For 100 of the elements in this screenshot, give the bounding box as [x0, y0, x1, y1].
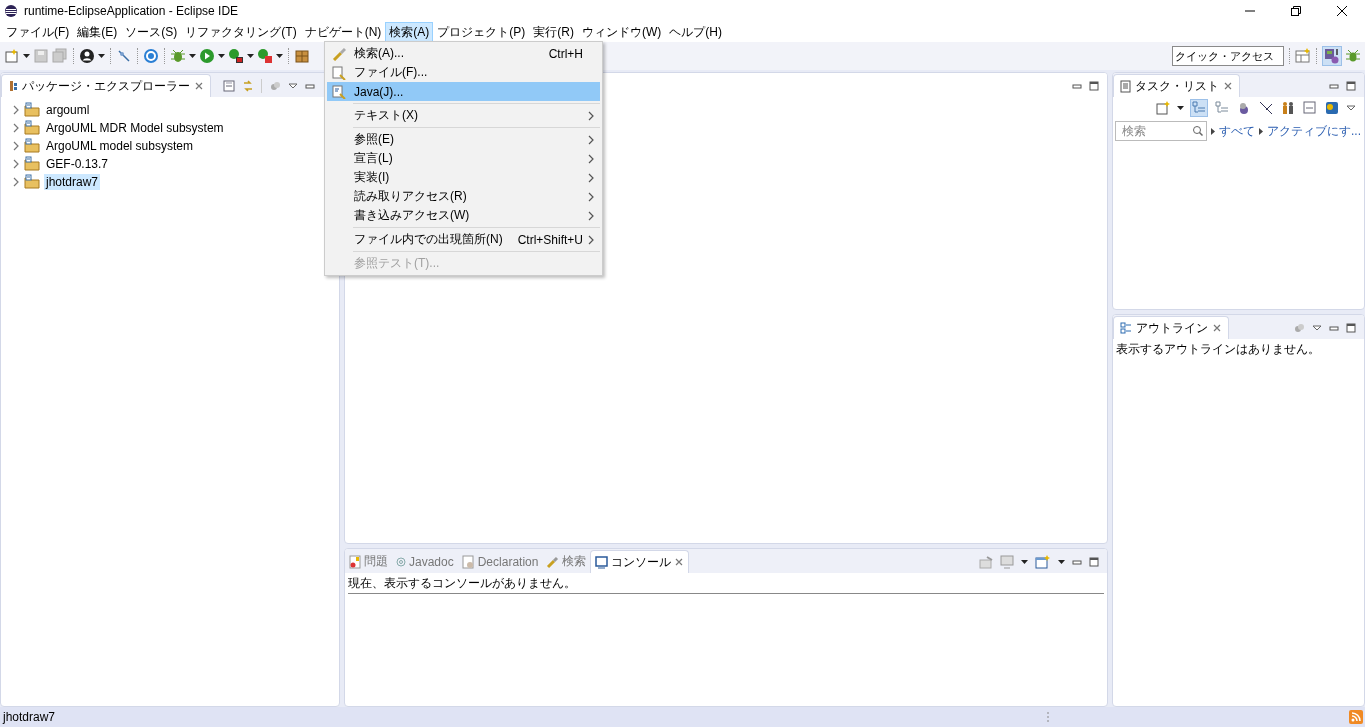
package-explorer-icon: [8, 80, 18, 92]
console-message: 現在、表示するコンソールがありません。: [348, 575, 1104, 594]
project-folder-icon: [24, 174, 40, 190]
collapse-all-icon[interactable]: [223, 80, 235, 92]
tree-item[interactable]: argouml: [44, 102, 92, 118]
outline-icon: [1120, 322, 1132, 334]
outline-message: 表示するアウトラインはありません。: [1116, 342, 1320, 356]
window-title: runtime-EclipseApplication - Eclipse IDE: [24, 4, 240, 18]
minimize-icon[interactable]: [305, 81, 315, 91]
maximize-icon[interactable]: [1346, 323, 1356, 333]
menu-item[interactable]: テキスト(X): [327, 106, 600, 125]
close-icon[interactable]: [674, 557, 685, 567]
expand-arrow-icon[interactable]: [1259, 127, 1263, 135]
rss-feed-icon[interactable]: [1349, 710, 1363, 724]
debug-perspective-icon[interactable]: [1345, 48, 1361, 64]
view-tab[interactable]: Javadoc: [392, 550, 458, 573]
menu-item[interactable]: 書き込みアクセス(W): [327, 206, 600, 225]
filter-link[interactable]: すべて: [1219, 122, 1255, 140]
menu-bar-item[interactable]: ソース(S): [121, 21, 182, 43]
new-task-icon[interactable]: [1155, 100, 1171, 116]
project-folder-icon: [24, 120, 40, 136]
open-console-icon[interactable]: [1035, 555, 1051, 569]
new-file-icon: [4, 48, 20, 64]
view-menu-icon[interactable]: [1346, 104, 1356, 112]
menu-item[interactable]: 参照(E): [327, 130, 600, 149]
categorized-icon[interactable]: [1191, 100, 1207, 116]
view-tab[interactable]: 検索: [542, 550, 591, 573]
synchronize-icon[interactable]: [1324, 100, 1340, 116]
view-tab[interactable]: コンソール: [590, 550, 690, 573]
close-icon[interactable]: [194, 81, 204, 91]
menu-bar-item[interactable]: 実行(R): [529, 21, 578, 43]
package-icon[interactable]: [294, 48, 310, 64]
shortcut-text: Ctrl+Shift+U: [517, 232, 583, 247]
tree-item[interactable]: GEF-0.13.7: [44, 156, 111, 172]
caret-icon[interactable]: [247, 53, 254, 59]
menu-bar-item[interactable]: ファイル(F): [2, 21, 74, 43]
view-menu-icon[interactable]: [288, 82, 298, 90]
minimize-icon[interactable]: [1329, 81, 1339, 91]
minimize-icon[interactable]: [1329, 323, 1339, 333]
caret-icon[interactable]: [276, 53, 283, 59]
menu-bar-item[interactable]: ウィンドウ(W): [578, 21, 666, 43]
quick-access-field[interactable]: クイック・アクセス: [1172, 46, 1284, 66]
people-icon[interactable]: [1280, 100, 1296, 116]
menu-bar-item[interactable]: 編集(E): [73, 21, 122, 43]
file-search-icon: [332, 65, 346, 80]
close-window-icon[interactable]: [1337, 6, 1347, 16]
project-folder-icon: [24, 138, 40, 154]
pin-console-icon[interactable]: [979, 555, 993, 569]
task-list-icon: [1120, 79, 1131, 93]
menu-item[interactable]: 実装(I): [327, 168, 600, 187]
restore-window-icon[interactable]: [1291, 6, 1301, 16]
menu-item[interactable]: 宣言(L): [327, 149, 600, 168]
menu-item[interactable]: 検索(A)... Ctrl+H: [327, 44, 600, 63]
close-icon[interactable]: [1223, 81, 1233, 91]
pin-icon[interactable]: [116, 48, 132, 64]
menu-bar-item[interactable]: リファクタリング(T): [181, 21, 301, 43]
maximize-icon[interactable]: [1089, 557, 1099, 567]
hide-completed-icon[interactable]: [1258, 100, 1274, 116]
gear-icon[interactable]: [143, 48, 159, 64]
view-tab[interactable]: 問題: [345, 550, 392, 573]
view-tab[interactable]: Declaration: [457, 550, 543, 573]
caret-icon[interactable]: [98, 53, 105, 59]
menu-item[interactable]: ファイル(F)...: [327, 63, 600, 82]
expand-arrow-icon[interactable]: [1211, 127, 1215, 135]
run-tool-icon[interactable]: [228, 48, 244, 64]
external-tools-icon[interactable]: [257, 48, 273, 64]
run-icon[interactable]: [199, 48, 215, 64]
caret-icon[interactable]: [1058, 559, 1065, 565]
tree-item[interactable]: ArgoUML model subsystem: [44, 138, 195, 154]
caret-icon[interactable]: [1021, 559, 1028, 565]
menu-item[interactable]: ファイル内での出現箇所(N) Ctrl+Shift+U: [327, 230, 600, 249]
caret-icon[interactable]: [218, 53, 225, 59]
maximize-icon[interactable]: [1089, 81, 1099, 91]
search-field[interactable]: 検索: [1115, 121, 1207, 141]
project-folder-icon: [24, 156, 40, 172]
tree-item[interactable]: jhotdraw7: [44, 174, 101, 190]
menu-bar-item[interactable]: ヘルプ(H): [665, 21, 726, 43]
menu-bar-item[interactable]: ナビゲート(N): [300, 21, 386, 43]
caret-icon[interactable]: [23, 53, 30, 59]
close-icon[interactable]: [1212, 323, 1222, 333]
resize-handle-icon[interactable]: [1047, 711, 1049, 723]
open-perspective-icon[interactable]: [1295, 48, 1311, 64]
tree-item[interactable]: ArgoUML MDR Model subsystem: [44, 120, 226, 136]
person-icon[interactable]: [79, 48, 95, 64]
maximize-icon[interactable]: [1346, 81, 1356, 91]
menu-item[interactable]: 読み取りアクセス(R): [327, 187, 600, 206]
caret-icon[interactable]: [189, 53, 196, 59]
scheduled-icon[interactable]: [1214, 100, 1230, 116]
java-perspective-icon[interactable]: [1324, 48, 1340, 64]
shortcut-text: Ctrl+H: [548, 46, 583, 61]
java-search-icon: [332, 84, 346, 99]
search-icon: [1192, 125, 1203, 136]
minimize-icon[interactable]: [1072, 81, 1082, 91]
menu-bar-item[interactable]: プロジェクト(P): [433, 21, 530, 43]
menu-item[interactable]: Java(J)...: [327, 82, 600, 101]
filter-link[interactable]: アクティブにす...: [1267, 122, 1361, 140]
view-menu-icon[interactable]: [1312, 324, 1322, 332]
caret-icon[interactable]: [1177, 105, 1184, 111]
app-logo-icon: [4, 4, 18, 18]
minimize-icon[interactable]: [1072, 557, 1082, 567]
